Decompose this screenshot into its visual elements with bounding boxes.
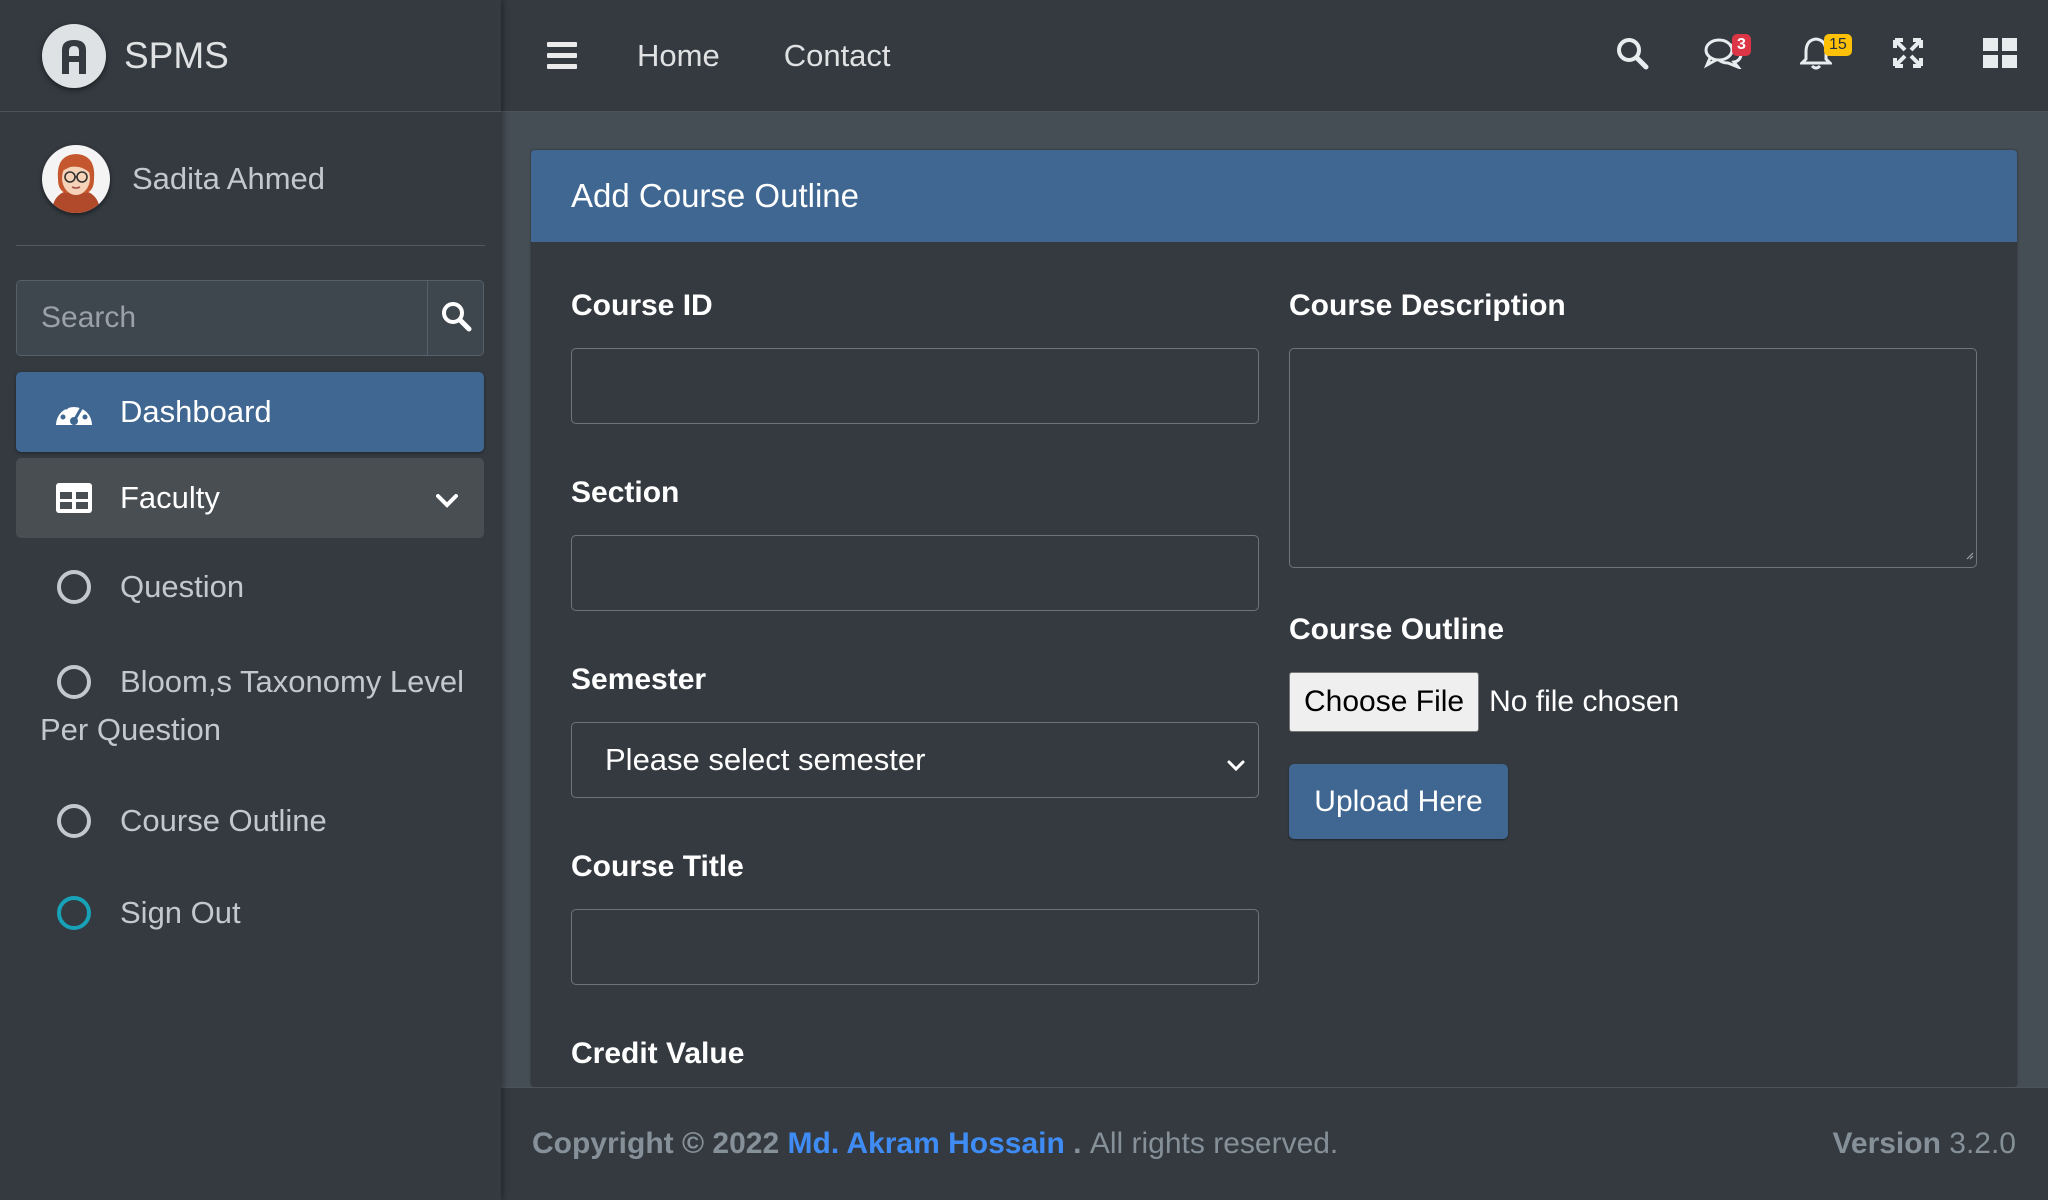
card-header: Add Course Outline — [531, 150, 2017, 242]
author-link[interactable]: Md. Akram Hossain — [788, 1127, 1065, 1161]
course-id-label: Course ID — [571, 289, 713, 322]
section-label: Section — [571, 476, 680, 509]
th-large-icon — [1983, 38, 2017, 73]
semester-select-value: Please select semester — [605, 742, 926, 777]
upload-button[interactable]: Upload Here — [1289, 764, 1508, 839]
form-left-column: Course ID Section Semester Please select… — [571, 284, 1259, 1087]
sidebar-item-sign-out[interactable]: Sign Out — [16, 870, 484, 956]
footer: Copyright © 2022 Md. Akram Hossain . All… — [501, 1087, 2048, 1200]
chevron-down-icon — [1226, 747, 1246, 783]
semester-select[interactable]: Please select semester — [571, 722, 1259, 798]
sidebar-search-button[interactable] — [427, 281, 483, 355]
sidebar-item-label: Sign Out — [120, 895, 241, 930]
course-outline-file-input: Choose File No file chosen — [1289, 672, 1977, 732]
choose-file-button[interactable]: Choose File — [1289, 672, 1480, 732]
user-name[interactable]: Sadita Ahmed — [132, 161, 325, 197]
add-course-outline-card: Add Course Outline Course ID Section Sem… — [531, 150, 2017, 1087]
avatar[interactable] — [42, 144, 110, 213]
course-id-input[interactable] — [571, 348, 1259, 424]
nav-link-home[interactable]: Home — [637, 38, 720, 74]
brand-name: SPMS — [124, 34, 229, 76]
sidebar-item-question[interactable]: Question — [16, 544, 484, 630]
sidebar-item-label: Dashboard — [120, 394, 272, 429]
form-right-column: Course Description Course Outline Choose… — [1289, 284, 1977, 839]
course-outline-label: Course Outline — [1289, 613, 1505, 646]
search-icon — [1615, 36, 1649, 75]
brand-link[interactable]: SPMS — [0, 0, 501, 112]
sidebar-search-input[interactable] — [17, 281, 427, 355]
sidebar-nav: Dashboard Faculty Question Bloom,s Taxon… — [16, 372, 484, 962]
course-title-input[interactable] — [571, 909, 1259, 985]
sidebar-item-course-outline[interactable]: Course Outline — [16, 778, 484, 864]
messages-count-badge: 3 — [1732, 34, 1751, 56]
menu-toggle-icon[interactable] — [547, 42, 577, 69]
sidebar-item-label-continued: Per Question — [40, 712, 221, 747]
circle-icon — [54, 801, 94, 841]
footer-period: . — [1073, 1127, 1082, 1160]
expand-arrows-icon — [1892, 37, 1924, 74]
chevron-down-icon — [436, 480, 458, 516]
sidebar-item-label: Bloom,s Taxonomy Level — [120, 664, 465, 699]
table-icon — [54, 478, 94, 518]
navbar-right: 3 15 — [1586, 0, 2048, 111]
nav-link-contact[interactable]: Contact — [784, 38, 891, 74]
version-info: Version 3.2.0 — [1833, 1127, 2016, 1161]
rights-text: All rights reserved. — [1089, 1127, 1339, 1160]
section-input[interactable] — [571, 535, 1259, 611]
sidebar-item-dashboard[interactable]: Dashboard — [16, 372, 484, 452]
tachometer-icon — [54, 392, 94, 432]
course-title-label: Course Title — [571, 850, 744, 883]
navbar-search-button[interactable] — [1586, 0, 1678, 111]
sidebar-search — [16, 280, 484, 356]
circle-icon — [54, 662, 94, 702]
sidebar-item-label: Faculty — [120, 480, 220, 515]
user-panel: Sadita Ahmed — [16, 112, 485, 246]
sidebar-item-faculty[interactable]: Faculty — [16, 458, 484, 538]
version-label: Version — [1832, 1127, 1941, 1160]
main-sidebar: SPMS Sadita Ahmed Search Dashboard Facul… — [0, 0, 501, 1200]
messages-button[interactable]: 3 — [1678, 0, 1770, 111]
app-logo-icon — [42, 23, 106, 88]
circle-icon — [54, 567, 94, 607]
notifications-count-badge: 15 — [1824, 34, 1852, 56]
card-title: Add Course Outline — [571, 177, 859, 214]
file-status-text: No file chosen — [1489, 685, 1680, 718]
credit-value-label: Credit Value — [571, 1037, 745, 1070]
top-navbar: Home Contact 3 15 — [501, 0, 2048, 112]
version-number: 3.2.0 — [1949, 1127, 2016, 1160]
sidebar-item-label: Question — [120, 569, 245, 604]
sidebar-item-label: Course Outline — [120, 803, 327, 838]
course-description-label: Course Description — [1289, 289, 1566, 322]
resize-grip-icon[interactable] — [1966, 547, 1974, 565]
course-description-textarea[interactable] — [1289, 348, 1977, 568]
semester-label: Semester — [571, 663, 707, 696]
circle-icon — [54, 893, 94, 933]
fullscreen-button[interactable] — [1862, 0, 1954, 111]
notifications-button[interactable]: 15 — [1770, 0, 1862, 111]
control-sidebar-button[interactable] — [1954, 0, 2046, 111]
copyright-text: Copyright © 2022 — [532, 1127, 780, 1160]
search-icon — [440, 300, 472, 337]
sidebar-item-blooms-taxonomy[interactable]: Bloom,s Taxonomy Level Per Question — [16, 636, 484, 772]
